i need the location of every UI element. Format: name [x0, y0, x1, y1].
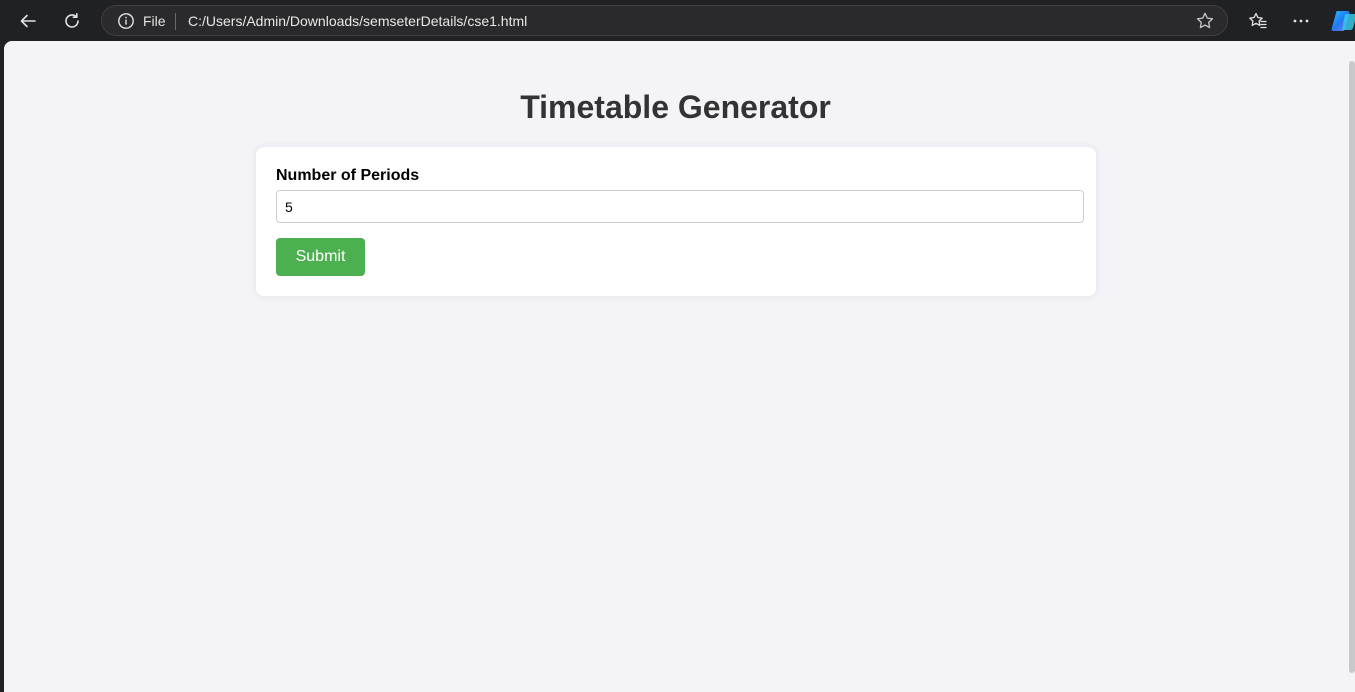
favorites-icon: [1249, 12, 1267, 29]
more-button[interactable]: [1286, 6, 1316, 36]
back-button[interactable]: [13, 6, 43, 36]
page-title: Timetable Generator: [520, 89, 831, 125]
more-icon: [1293, 19, 1309, 23]
reload-icon: [65, 13, 79, 28]
copilot-button[interactable]: [1331, 9, 1355, 33]
info-icon[interactable]: [117, 12, 135, 30]
favorites-button[interactable]: [1243, 6, 1273, 36]
copilot-icon: [1331, 11, 1355, 31]
browser-toolbar: File C:/Users/Admin/Downloads/semseterDe…: [0, 0, 1355, 42]
page-viewport: Timetable Generator Number of Periods Su…: [4, 41, 1347, 692]
periods-input[interactable]: [276, 190, 1084, 223]
address-bar[interactable]: File C:/Users/Admin/Downloads/semseterDe…: [101, 5, 1228, 36]
back-arrow-icon: [20, 14, 36, 28]
address-divider: [175, 13, 176, 30]
star-icon[interactable]: [1195, 11, 1215, 31]
address-scheme-label: File: [143, 13, 166, 29]
scrollbar[interactable]: [1347, 41, 1355, 692]
scrollbar-thumb[interactable]: [1349, 61, 1355, 673]
periods-form-card: Number of Periods Submit: [256, 147, 1096, 296]
address-url[interactable]: C:/Users/Admin/Downloads/semseterDetails…: [188, 13, 527, 29]
submit-button[interactable]: Submit: [276, 238, 365, 276]
reload-button[interactable]: [57, 6, 87, 36]
periods-label: Number of Periods: [276, 167, 420, 184]
